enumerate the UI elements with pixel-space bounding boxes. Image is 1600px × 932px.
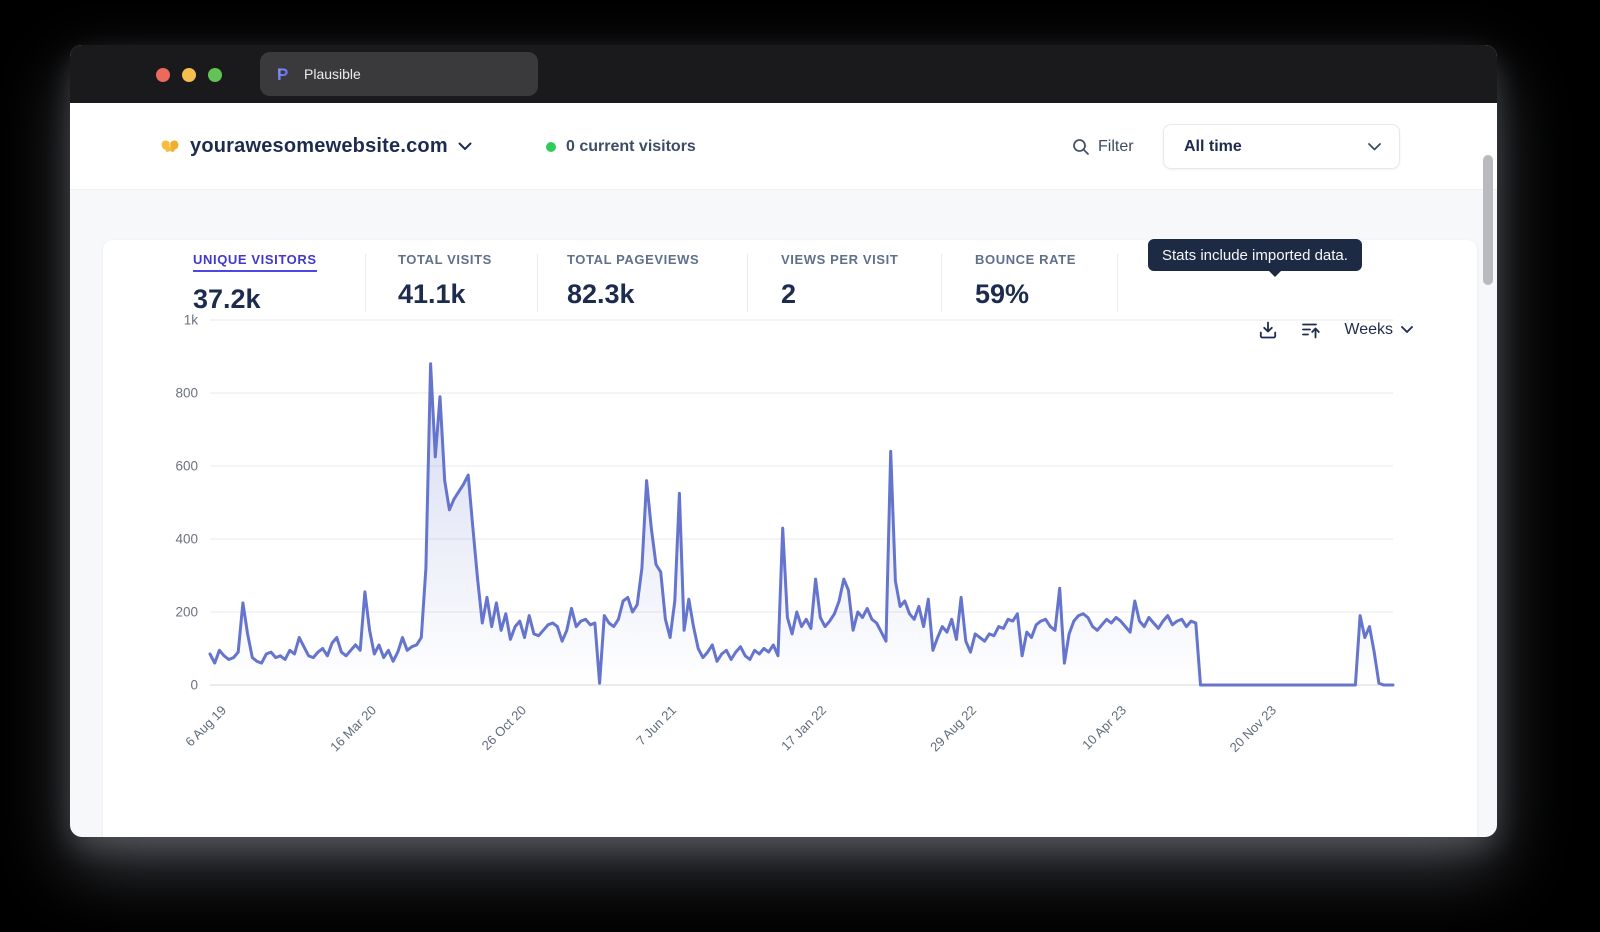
imported-data-tooltip: Stats include imported data. <box>1148 239 1362 271</box>
zoom-window-button[interactable] <box>208 68 222 82</box>
screenshot-canvas: P Plausible yourawesomewebsite.com <box>0 0 1600 932</box>
metric-value: 37.2k <box>193 284 317 315</box>
metric-label: TOTAL PAGEVIEWS <box>567 252 699 267</box>
live-dot-icon <box>546 142 556 152</box>
stats-card: UNIQUE VISITORS 37.2k TOTAL VISITS 41.1k… <box>103 240 1477 837</box>
chart-controls: Weeks <box>1258 320 1413 340</box>
metric-tab-views-per-visit[interactable]: VIEWS PER VISIT 2 <box>781 252 898 310</box>
browser-window: P Plausible yourawesomewebsite.com <box>70 45 1497 837</box>
vertical-scrollbar-thumb[interactable] <box>1483 155 1493 285</box>
site-name: yourawesomewebsite.com <box>190 135 448 158</box>
divider <box>1117 254 1118 312</box>
current-visitors[interactable]: 0 current visitors <box>546 103 696 190</box>
metric-tab-bounce-rate[interactable]: BOUNCE RATE 59% <box>975 252 1076 310</box>
tooltip-arrow <box>1268 270 1282 278</box>
metric-tab-total-pageviews[interactable]: TOTAL PAGEVIEWS 82.3k <box>567 252 699 310</box>
chevron-down-icon <box>1401 326 1413 334</box>
dashboard-page: UNIQUE VISITORS 37.2k TOTAL VISITS 41.1k… <box>70 190 1497 837</box>
export-download-button[interactable] <box>1258 320 1278 340</box>
date-range-value: All time <box>1184 138 1242 156</box>
metric-label: VIEWS PER VISIT <box>781 252 898 267</box>
metric-tab-total-visits[interactable]: TOTAL VISITS 41.1k <box>398 252 492 310</box>
divider <box>365 254 366 312</box>
close-window-button[interactable] <box>156 68 170 82</box>
site-favicon <box>160 138 180 156</box>
filter-label: Filter <box>1098 138 1134 156</box>
interval-dropdown[interactable]: Weeks <box>1344 321 1413 339</box>
metric-tab-unique-visitors[interactable]: UNIQUE VISITORS 37.2k <box>193 252 317 315</box>
metric-value: 59% <box>975 279 1076 310</box>
chevron-down-icon <box>1368 143 1381 151</box>
imported-data-toggle-button[interactable] <box>1300 320 1322 340</box>
chevron-down-icon <box>458 142 472 151</box>
svg-text:P: P <box>277 65 288 84</box>
divider <box>747 254 748 312</box>
tab-title: Plausible <box>304 66 361 82</box>
filter-button[interactable]: Filter <box>1072 103 1134 190</box>
date-range-dropdown[interactable]: All time <box>1163 124 1400 169</box>
site-switcher[interactable]: yourawesomewebsite.com <box>160 103 472 190</box>
metric-label: TOTAL VISITS <box>398 252 492 267</box>
search-icon <box>1072 138 1090 156</box>
metric-value: 82.3k <box>567 279 699 310</box>
metric-value: 2 <box>781 279 898 310</box>
metric-label: BOUNCE RATE <box>975 252 1076 267</box>
metric-value: 41.1k <box>398 279 492 310</box>
plausible-logo-icon: P <box>274 64 294 84</box>
browser-tab-plausible[interactable]: P Plausible <box>260 52 538 96</box>
divider <box>941 254 942 312</box>
current-visitors-label: 0 current visitors <box>566 138 696 156</box>
interval-value: Weeks <box>1344 321 1393 339</box>
metric-label: UNIQUE VISITORS <box>193 252 317 272</box>
browser-tabbar: P Plausible <box>70 45 1497 103</box>
site-header: yourawesomewebsite.com 0 current visitor… <box>70 103 1497 190</box>
minimize-window-button[interactable] <box>182 68 196 82</box>
divider <box>537 254 538 312</box>
